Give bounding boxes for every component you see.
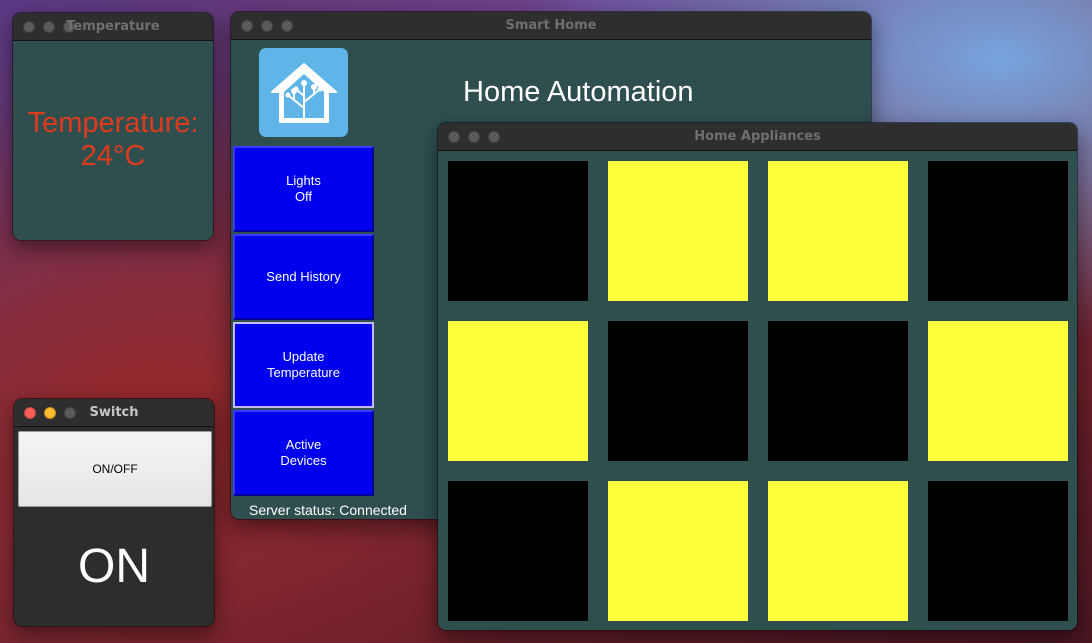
window-title: Home Appliances <box>694 129 821 144</box>
appliances-titlebar[interactable]: Home Appliances <box>438 123 1077 151</box>
window-title: Temperature <box>66 19 160 34</box>
update-temperature-button[interactable]: Update Temperature <box>233 322 374 408</box>
home-appliances-window: Home Appliances <box>437 122 1078 631</box>
window-title: Switch <box>89 405 139 420</box>
switch-titlebar[interactable]: Switch <box>14 399 214 427</box>
on-off-button[interactable]: ON/OFF <box>18 431 212 507</box>
switch-state-label: ON <box>78 540 150 593</box>
active-devices-button[interactable]: Active Devices <box>233 410 374 496</box>
home-assistant-logo-icon <box>259 48 348 137</box>
appliance-tile[interactable] <box>768 321 908 461</box>
server-status: Server status: Connected <box>249 502 407 518</box>
appliance-tile[interactable] <box>768 161 908 301</box>
temperature-titlebar[interactable]: Temperature <box>13 13 213 41</box>
appliance-tile[interactable] <box>608 481 748 621</box>
appliance-tile[interactable] <box>768 481 908 621</box>
appliance-tile[interactable] <box>448 161 588 301</box>
send-history-button[interactable]: Send History <box>233 234 374 320</box>
temperature-reading: Temperature: 24°C <box>27 107 199 172</box>
appliance-tile[interactable] <box>608 321 748 461</box>
appliance-tile[interactable] <box>608 161 748 301</box>
switch-window: Switch ON/OFF ON <box>13 398 215 627</box>
appliance-tile[interactable] <box>448 321 588 461</box>
temperature-window: Temperature Temperature: 24°C <box>12 12 214 241</box>
page-title: Home Automation <box>463 76 694 108</box>
smart-home-titlebar[interactable]: Smart Home <box>231 12 871 40</box>
lights-toggle-button[interactable]: Lights Off <box>233 146 374 232</box>
appliance-tile[interactable] <box>448 481 588 621</box>
appliance-tile[interactable] <box>928 481 1068 621</box>
window-title: Smart Home <box>505 18 597 33</box>
appliance-tile[interactable] <box>928 161 1068 301</box>
appliance-tile[interactable] <box>928 321 1068 461</box>
